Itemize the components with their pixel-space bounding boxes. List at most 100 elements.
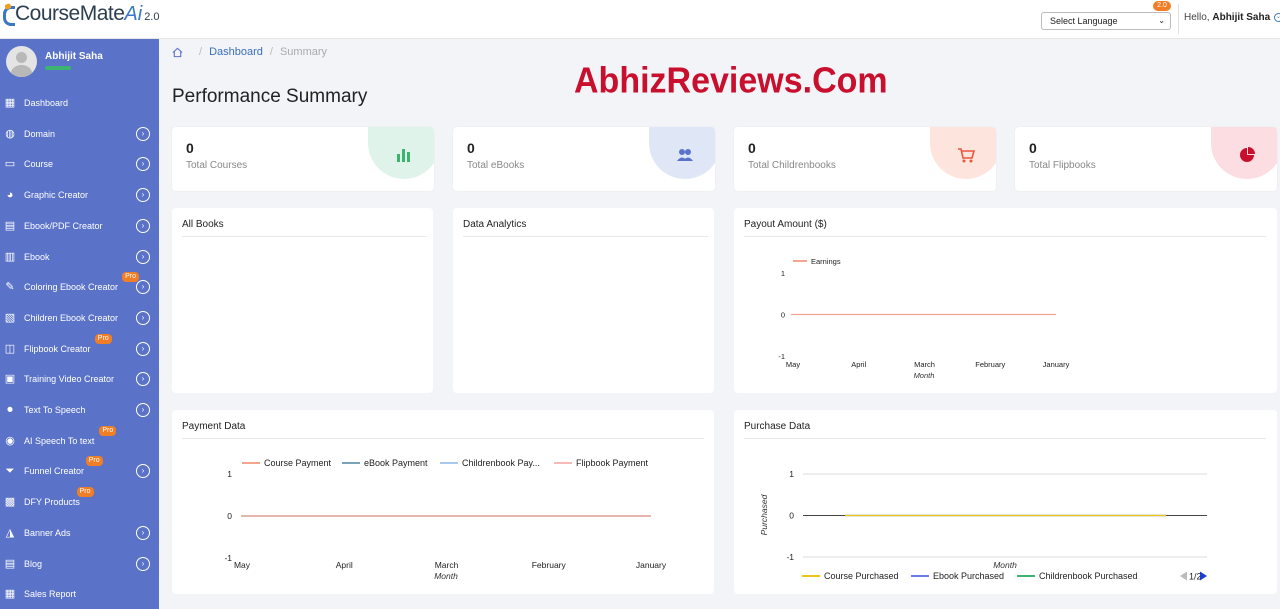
sidebar-item-coloring-ebook-creator[interactable]: ✎ Coloring Ebook Creator Pro › [0, 272, 159, 300]
x-axis-title: Month [434, 571, 458, 581]
sidebar-profile[interactable]: Abhijit Saha [0, 39, 159, 85]
x-tick-label: March [435, 560, 459, 570]
book-icon: ▥ [4, 250, 16, 263]
chevron-right-icon[interactable]: › [136, 525, 150, 540]
pager-next-icon [1200, 571, 1207, 581]
chevron-right-icon[interactable]: › [136, 372, 150, 387]
breadcrumb-separator: / [269, 46, 273, 58]
stat-label: Total Flipbooks [1029, 160, 1096, 171]
bar-chart-icon [397, 149, 410, 162]
breadcrumb-separator: / [199, 46, 203, 58]
sidebar-item-label: Blog [24, 558, 43, 569]
sidebar-item-ebook[interactable]: ▥ Ebook › [0, 244, 159, 270]
payment-panel: Payment Data 1 0 -1 May April March February Ja… [172, 410, 714, 594]
stat-card-total-ebooks[interactable]: 0 Total eBooks [453, 127, 715, 191]
sidebar-item-dfy-products[interactable]: ▩ DFY Products Pro [0, 487, 159, 515]
brush-icon: ✎ [5, 281, 15, 294]
sidebar-item-training-video-creator[interactable]: ▣ Training Video Creator › [0, 366, 159, 392]
y-tick-label: 0 [789, 511, 794, 521]
logo-version: 2.0 [144, 11, 160, 23]
sidebar-item-children-ebook-creator[interactable]: ▧ Children Ebook Creator › [0, 305, 159, 331]
chevron-right-icon[interactable]: › [136, 249, 150, 264]
breadcrumb-current: Summary [279, 46, 328, 58]
sidebar-item-course[interactable]: ▭ Course › [0, 151, 159, 177]
data-analytics-panel: Data Analytics [453, 208, 714, 393]
x-tick-label: February [532, 560, 567, 570]
logo[interactable]: CourseMate Ai 2.0 [2, 2, 159, 26]
page-title: Performance Summary [172, 86, 368, 107]
sidebar-item-domain[interactable]: ◍ Domain › [0, 121, 159, 147]
x-tick-label: May [786, 360, 800, 369]
logo-text: CourseMate [15, 2, 125, 25]
pro-badge: Pro [122, 272, 139, 283]
sidebar-item-ai-speech-to-text[interactable]: ◉ AI Speech To text Pro [0, 425, 159, 454]
funnel-icon: ⏷ [5, 465, 15, 478]
stat-card-total-childrenbooks[interactable]: 0 Total Childrenbooks [734, 127, 996, 191]
legend-label: Ebook Purchased [933, 571, 1004, 581]
chevron-right-icon[interactable]: › [136, 464, 150, 479]
panel-divider [463, 236, 708, 237]
top-header: CourseMate Ai 2.0 Select Language ⌄ 2.0 … [0, 0, 1280, 39]
stat-value: 0 [748, 140, 756, 156]
sidebar-item-flipbook-creator[interactable]: ◫ Flipbook Creator Pro › [0, 333, 159, 362]
avatar [6, 46, 37, 77]
sidebar-item-label: Ebook/PDF Creator [24, 220, 103, 231]
hello-prefix: Hello, [1184, 12, 1210, 23]
sidebar-item-graphic-creator[interactable]: ◕ Graphic Creator › [0, 182, 159, 208]
stat-label: Total Childrenbooks [748, 160, 836, 171]
sidebar-item-label: Course [24, 159, 54, 170]
blog-icon: ▤ [4, 557, 16, 570]
breadcrumb-dashboard-link[interactable]: Dashboard [209, 46, 263, 58]
sidebar-item-text-to-speech[interactable]: ⏺ Text To Speech › [0, 397, 159, 423]
user-menu[interactable]: Hello, Abhijit Saha ⌄ [1184, 12, 1280, 23]
sidebar-item-funnel-creator[interactable]: ⏷ Funnel Creator Pro › [0, 456, 159, 484]
chevron-down-icon: ⌄ [1273, 12, 1280, 22]
purchase-panel: Purchase Data 10-1MayAprilMarchFebruaryJ… [734, 410, 1277, 594]
sidebar-item-blog[interactable]: ▤ Blog › [0, 551, 159, 577]
home-icon[interactable] [172, 47, 183, 58]
stat-value: 0 [186, 140, 194, 156]
stat-card-total-courses[interactable]: 0 Total Courses [172, 127, 434, 191]
sidebar-item-dashboard[interactable]: ▦ Dashboard [0, 90, 159, 116]
watermark-text: AbhizReviews.Com [574, 61, 888, 101]
sidebar-item-label: Training Video Creator [24, 374, 115, 385]
sidebar-item-sales-report[interactable]: ▦ Sales Report [0, 581, 159, 607]
legend-label: eBook Payment [364, 458, 428, 468]
language-select[interactable]: Select Language ⌄ [1041, 12, 1171, 30]
books-icon: ▧ [4, 311, 16, 324]
legend-label: Childrenbook Pay... [462, 458, 540, 468]
x-tick-label: March [914, 360, 935, 369]
sidebar-item-banner-ads[interactable]: ◮ Banner Ads › [0, 520, 159, 546]
sidebar-item-ebook-pdf-creator[interactable]: ▤ Ebook/PDF Creator › [0, 213, 159, 239]
sidebar-item-label: Sales Report [24, 589, 77, 600]
sidebar-item-label: Ebook [24, 251, 50, 262]
chevron-right-icon[interactable]: › [136, 403, 150, 417]
x-tick-label: January [1043, 360, 1070, 369]
chevron-right-icon[interactable]: › [136, 341, 150, 356]
sidebar-item-label: Coloring Ebook Creator [24, 282, 119, 293]
sidebar-item-label: Text To Speech [24, 405, 86, 415]
user-name: Abhijit Saha [1212, 12, 1271, 23]
chevron-right-icon[interactable]: › [136, 280, 150, 295]
chevron-right-icon[interactable]: › [136, 556, 150, 571]
stat-card-total-flipbooks[interactable]: 0 Total Flipbooks [1015, 127, 1277, 191]
open-book-icon: ◫ [4, 342, 16, 355]
chevron-right-icon[interactable]: › [136, 157, 150, 172]
y-tick-label: 0 [227, 511, 232, 521]
chevron-right-icon[interactable]: › [136, 188, 150, 203]
chevron-right-icon[interactable]: › [136, 218, 150, 233]
y-tick-label: -1 [786, 552, 794, 562]
stat-label: Total Courses [186, 160, 248, 171]
chevron-right-icon[interactable]: › [136, 310, 150, 325]
chevron-right-icon[interactable]: › [136, 126, 150, 141]
pager-label: 1/2 [1189, 572, 1202, 582]
language-select-value: Select Language [1050, 16, 1118, 26]
cart-icon [958, 148, 975, 163]
payout-chart: 1 0 -1May April March February January Month Ear… [778, 257, 1070, 380]
report-icon: ▦ [4, 588, 16, 601]
sidebar: Abhijit Saha ▦ Dashboard ◍ Domain › ▭ Course › ◕… [0, 39, 159, 609]
legend-pager[interactable]: 1/2 [1180, 571, 1207, 582]
boxes-icon: ▩ [4, 496, 16, 509]
x-axis-title: Month [914, 371, 935, 380]
y-tick-label: 0 [781, 311, 785, 320]
